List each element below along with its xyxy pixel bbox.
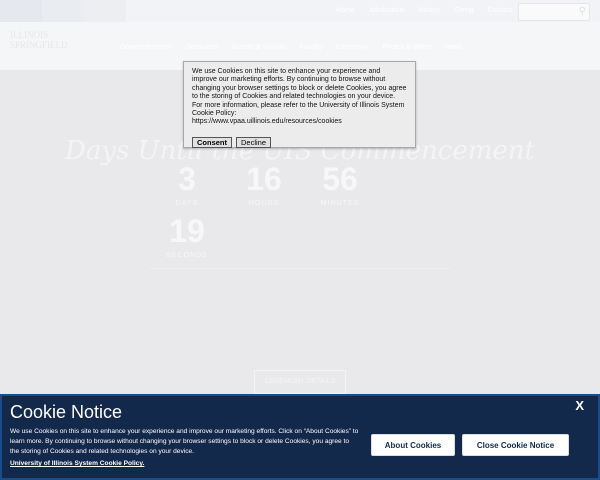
site-logo[interactable]: ILLINOIS SPRINGFIELD: [10, 30, 68, 56]
countdown-seconds: 19 SECONDS: [152, 214, 222, 259]
close-icon[interactable]: X: [575, 398, 584, 413]
nav-item[interactable]: Photos & Video: [382, 44, 430, 51]
audience-tabs: [0, 0, 126, 22]
cookie-policy-link[interactable]: University of Illinois System Cookie Pol…: [10, 460, 144, 467]
popup-message: We use Cookies on this site to enhance y…: [192, 68, 407, 118]
search-icon[interactable]: ⚲: [579, 6, 586, 17]
utility-link[interactable]: Home: [336, 0, 355, 22]
audience-tab[interactable]: [84, 0, 126, 22]
nav-item[interactable]: Commencement: [120, 44, 171, 51]
nav-item[interactable]: Graduates: [185, 44, 218, 51]
audience-tab[interactable]: [42, 0, 84, 22]
countdown-value: 16: [246, 161, 282, 197]
nav-item[interactable]: Guests & Visitors: [232, 44, 286, 51]
countdown-unit: DAYS: [175, 200, 199, 207]
divider: [150, 268, 450, 269]
nav-item[interactable]: Faculty: [300, 44, 323, 51]
countdown-value: 3: [178, 161, 196, 197]
cookie-consent-popup: We use Cookies on this site to enhance y…: [183, 61, 416, 148]
about-cookies-button[interactable]: About Cookies: [371, 434, 455, 456]
countdown-unit: HOURS: [248, 200, 280, 207]
utility-link[interactable]: Admissions: [369, 0, 405, 22]
cookie-notice-title: Cookie Notice: [10, 402, 123, 422]
utility-links: Home Admissions Alumni Giving Contact: [336, 0, 512, 22]
utility-link[interactable]: Alumni: [419, 0, 440, 22]
cookie-notice-description: We use Cookies on this site to enhance y…: [10, 428, 359, 455]
nav-item[interactable]: Ceremony: [336, 44, 368, 51]
search-input[interactable]: ⚲: [518, 3, 590, 21]
consent-button[interactable]: Consent: [192, 137, 232, 148]
cookie-notice-banner: Cookie Notice We use Cookies on this sit…: [0, 394, 600, 480]
countdown-days: 3 DAYS: [152, 162, 222, 207]
utility-link[interactable]: Contact: [488, 0, 512, 22]
countdown-hours: 16 HOURS: [229, 162, 299, 207]
popup-text: We use Cookies on this site to enhance y…: [192, 68, 407, 127]
audience-tab[interactable]: [0, 0, 42, 22]
popup-policy-url[interactable]: https://www.vpaa.uillinois.edu/resources…: [192, 118, 342, 125]
ceremony-details-button[interactable]: CEREMONY DETAILS: [254, 370, 346, 394]
top-utility-bar: Home Admissions Alumni Giving Contact ⚲: [0, 0, 600, 22]
countdown-value: 19: [169, 213, 205, 249]
decline-button[interactable]: Decline: [236, 137, 272, 148]
popup-buttons: Consent Decline: [192, 137, 272, 148]
utility-link[interactable]: Giving: [454, 0, 474, 22]
main-nav: Commencement Graduates Guests & Visitors…: [120, 44, 462, 51]
countdown-minutes: 56 MINUTES: [305, 162, 375, 207]
countdown-value: 56: [322, 161, 358, 197]
nav-item[interactable]: News: [445, 44, 463, 51]
countdown-unit: MINUTES: [320, 200, 360, 207]
close-cookie-notice-button[interactable]: Close Cookie Notice: [462, 434, 569, 456]
countdown-unit: SECONDS: [166, 252, 208, 259]
